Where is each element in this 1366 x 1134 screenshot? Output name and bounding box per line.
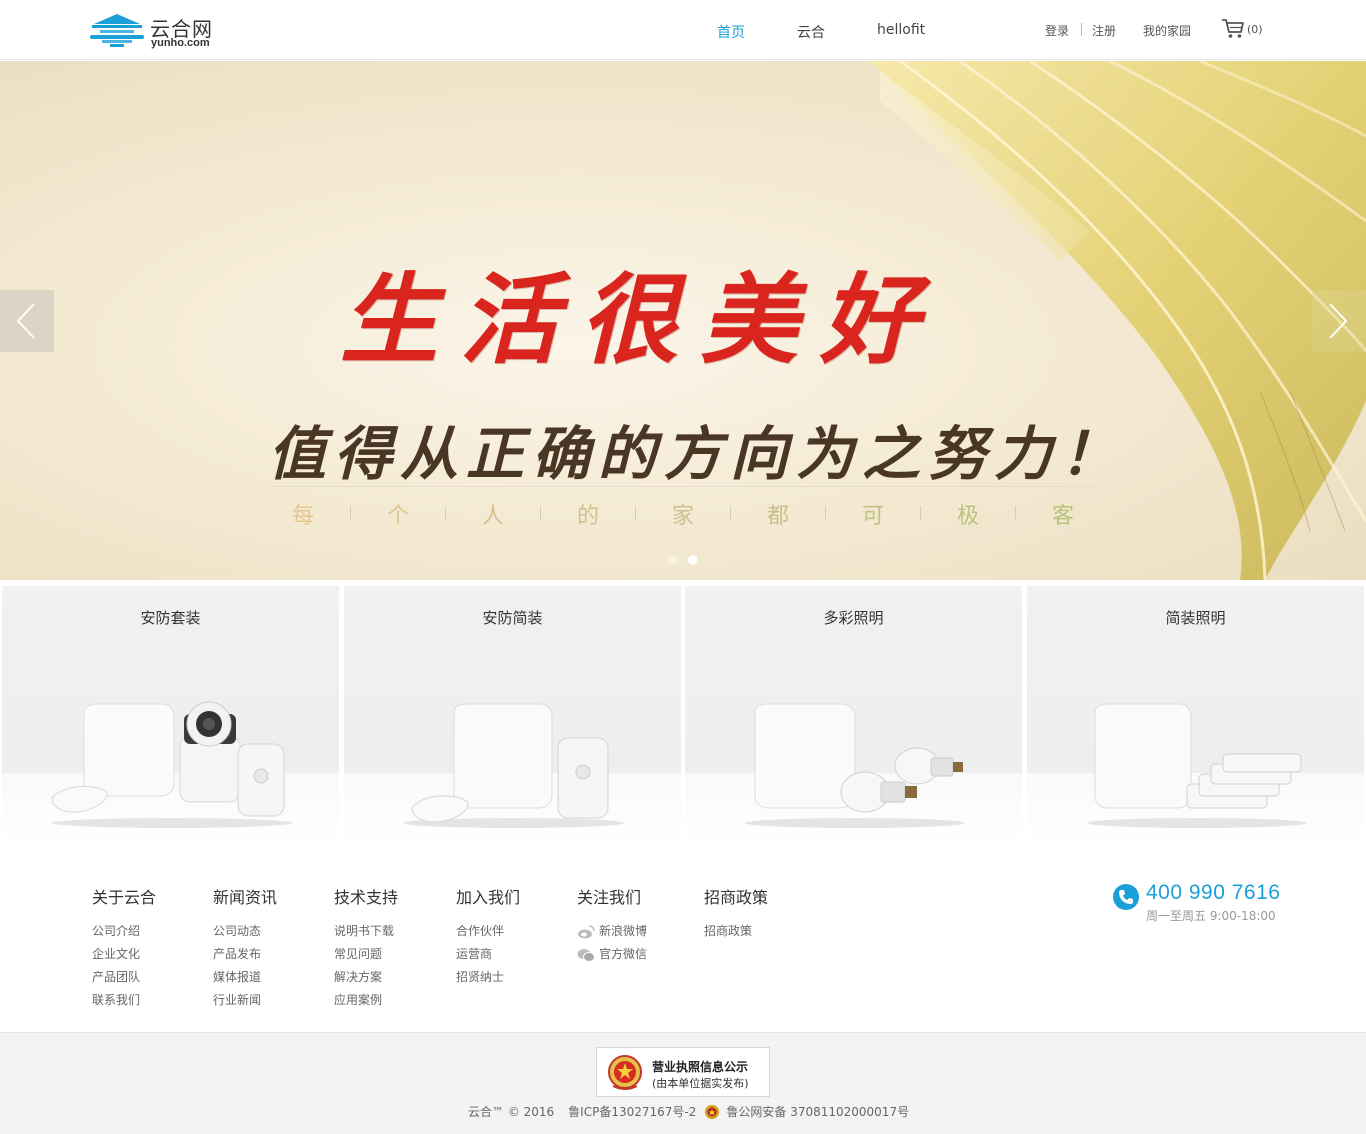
footer-link[interactable]: 运营商	[456, 943, 520, 966]
register-link[interactable]: 注册	[1092, 22, 1116, 39]
footer-heading: 新闻资讯	[213, 888, 278, 907]
site-header: 云合网 yunho.com 首页 云合 hellofit 登录 注册 我的家园 …	[0, 0, 1366, 60]
footer-heading: 加入我们	[456, 888, 521, 907]
footer-link[interactable]: 公司动态	[213, 920, 277, 943]
login-link[interactable]: 登录	[1045, 22, 1069, 39]
business-license-badge[interactable]: 营业执照信息公示 (由本单位据实发布)	[596, 1047, 770, 1097]
tagline-separator	[1015, 506, 1016, 520]
banner-subline: 值得从正确的方向为之努力！	[268, 420, 1127, 488]
banner-next-button[interactable]	[1312, 290, 1366, 352]
tagline-char: 客	[1051, 504, 1074, 529]
hero-banner[interactable]: 生活很美好 值得从正确的方向为之努力！ 每 个 人 的 家 都 可 极 客	[0, 61, 1366, 580]
security-basic-image	[404, 703, 624, 828]
footer-col-business: 招商政策 招商政策	[704, 884, 768, 943]
footer-link-label: 官方微信	[599, 947, 648, 961]
copyright-text: 云合™ © 2016	[468, 1105, 555, 1119]
nav-yunhe[interactable]: 云合	[797, 22, 825, 42]
footer-heading: 技术支持	[334, 888, 399, 907]
tagline-char: 个	[386, 504, 409, 529]
footer-col-support: 技术支持 说明书下载 常见问题 解决方案 应用案例	[334, 884, 398, 1012]
icp-link[interactable]: 鲁ICP备13027167号-2	[568, 1103, 696, 1120]
tagline-char: 人	[481, 504, 504, 529]
tagline-char: 家	[671, 504, 694, 529]
footer-link[interactable]: 招商政策	[704, 920, 768, 943]
wechat-link[interactable]: 官方微信	[577, 943, 647, 966]
logo-icon	[90, 14, 144, 47]
slide-dot[interactable]	[688, 555, 698, 565]
footer-col-news: 新闻资讯 公司动态 产品发布 媒体报道 行业新闻	[213, 884, 277, 1012]
footer-link[interactable]: 解决方案	[334, 966, 398, 989]
site-bottom-bar: 营业执照信息公示 (由本单位据实发布) 云合™ © 2016 鲁ICP备1302…	[0, 1032, 1366, 1134]
tagline-separator	[635, 506, 636, 520]
footer-link[interactable]: 合作伙伴	[456, 920, 520, 943]
tagline-separator	[920, 506, 921, 520]
phone-icon	[1119, 890, 1133, 904]
tagline-separator	[730, 506, 731, 520]
footer-link[interactable]: 联系我们	[92, 989, 156, 1012]
tagline-separator	[350, 506, 351, 520]
banner-tagline: 每个人的家都可极客	[255, 498, 1115, 529]
tagline-char: 的	[576, 504, 599, 529]
copyright-line: 云合™ © 2016 鲁ICP备13027167号-2 鲁公网安备 370811…	[468, 1103, 909, 1120]
footer-link[interactable]: 行业新闻	[213, 989, 277, 1012]
footer-link[interactable]: 说明书下载	[334, 920, 398, 943]
footer-link[interactable]: 应用案例	[334, 989, 398, 1012]
tagline-char: 都	[766, 504, 789, 529]
color-lighting-image	[745, 703, 965, 828]
cart-icon	[1222, 19, 1244, 38]
footer-heading: 关注我们	[577, 888, 642, 907]
banner-divider	[270, 486, 1096, 487]
cart-count: (0)	[1247, 23, 1263, 36]
slide-dot[interactable]	[668, 555, 678, 565]
tagline-char: 极	[956, 504, 979, 529]
license-subtitle: (由本单位据实发布)	[652, 1077, 749, 1090]
tagline-char: 每	[291, 504, 314, 529]
banner-prev-button[interactable]	[0, 290, 54, 352]
product-card-basic-lighting[interactable]: 简装照明	[1027, 586, 1364, 846]
service-hours: 周一至周五 9:00-18:00	[1146, 909, 1276, 923]
product-card-security-basic[interactable]: 安防简装	[344, 586, 681, 846]
tagline-separator	[540, 506, 541, 520]
product-card-color-lighting[interactable]: 多彩照明	[685, 586, 1022, 846]
footer-link[interactable]: 媒体报道	[213, 966, 277, 989]
banner-headline: 生活很美好	[340, 263, 941, 378]
footer-link[interactable]: 招贤纳士	[456, 966, 520, 989]
product-card-security-kit[interactable]: 安防套装	[2, 586, 339, 846]
security-kit-image	[51, 701, 292, 828]
footer-col-about: 关于云合 公司介绍 企业文化 产品团队 联系我们	[92, 884, 156, 1012]
footer-heading: 关于云合	[92, 888, 157, 907]
chevron-right-icon	[1329, 303, 1348, 339]
footer-link[interactable]: 产品发布	[213, 943, 277, 966]
nav-hellofit[interactable]: hellofit	[877, 22, 925, 38]
my-home-link[interactable]: 我的家园	[1143, 22, 1191, 39]
logo-domain: yunho.com	[151, 37, 210, 49]
tagline-separator	[445, 506, 446, 520]
footer-link[interactable]: 常见问题	[334, 943, 398, 966]
divider	[1081, 23, 1082, 36]
footer-link-label: 新浪微博	[599, 924, 648, 938]
basic-lighting-image	[1087, 703, 1307, 828]
nav-home[interactable]: 首页	[717, 22, 745, 42]
tagline-separator	[825, 506, 826, 520]
phone-number: 400 990 7616	[1146, 881, 1281, 904]
cart-button[interactable]: (0)	[1221, 18, 1281, 42]
police-badge-icon	[705, 1104, 720, 1119]
weibo-link[interactable]: 新浪微博	[577, 920, 647, 943]
footer-link[interactable]: 企业文化	[92, 943, 156, 966]
weibo-icon	[578, 924, 595, 938]
tagline-char: 可	[861, 504, 884, 529]
logo-link[interactable]: 云合网 yunho.com	[88, 10, 228, 52]
wechat-icon	[577, 948, 595, 962]
phone-icon-badge	[1113, 884, 1139, 910]
chevron-left-icon	[16, 303, 35, 339]
footer-link[interactable]: 公司介绍	[92, 920, 156, 943]
license-title: 营业执照信息公示	[652, 1060, 749, 1074]
police-record-link[interactable]: 鲁公网安备 37081102000017号	[726, 1103, 909, 1120]
footer-col-join: 加入我们 合作伙伴 运营商 招贤纳士	[456, 884, 520, 989]
footer-heading: 招商政策	[704, 888, 769, 907]
footer-link[interactable]: 产品团队	[92, 966, 156, 989]
footer-col-follow: 关注我们 新浪微博 官方微信	[577, 884, 647, 966]
emblem-icon	[608, 1055, 642, 1090]
